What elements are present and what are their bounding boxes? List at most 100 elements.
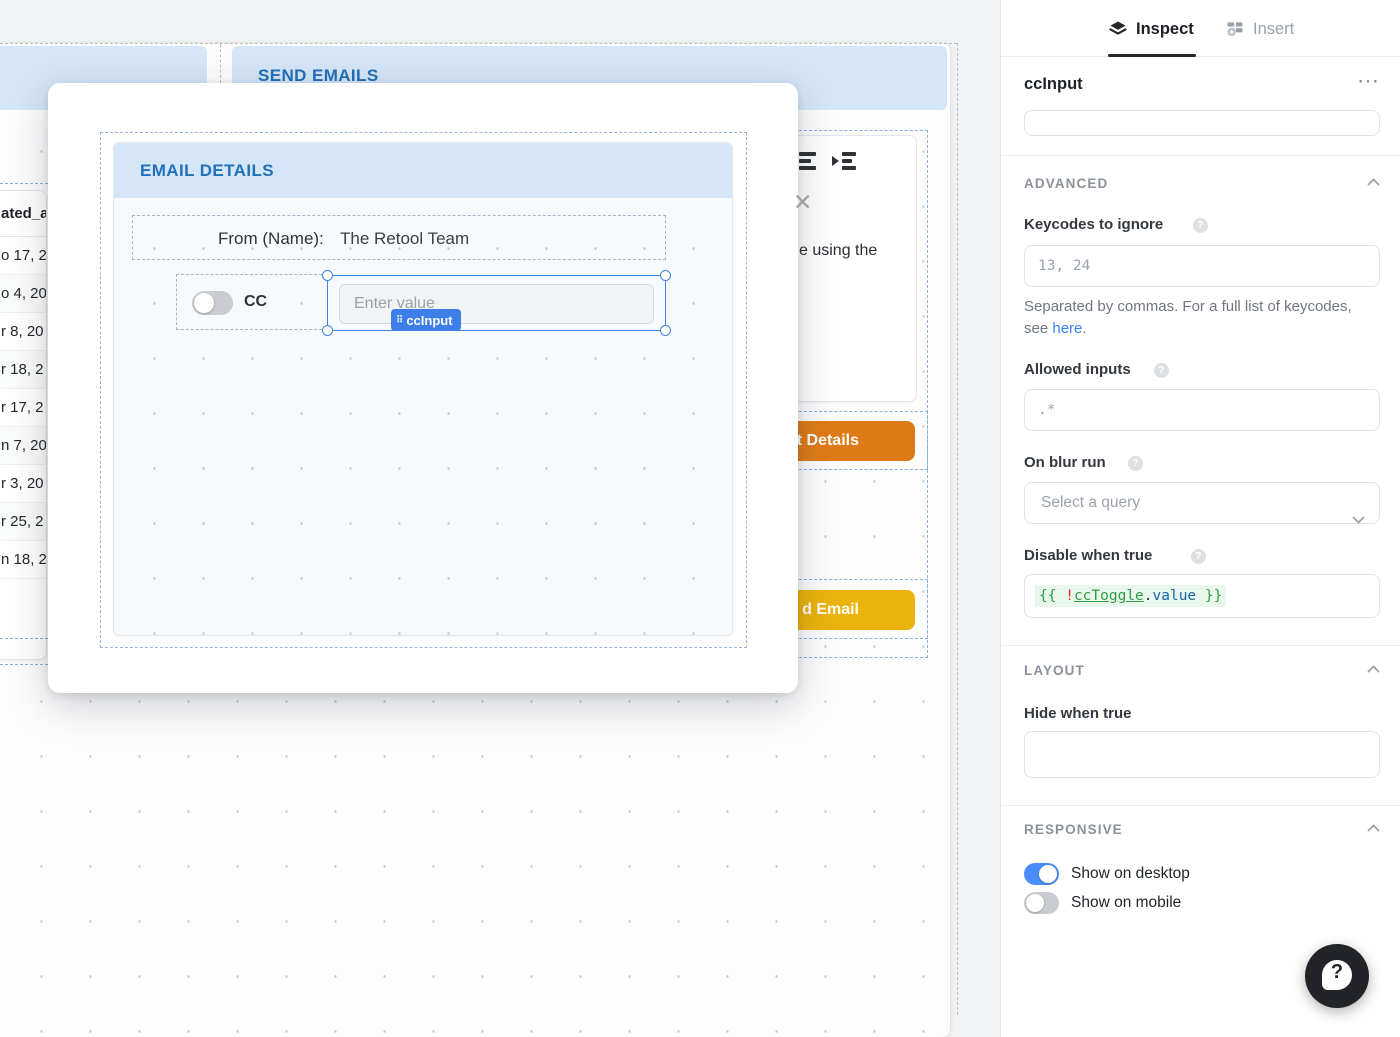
app-canvas: SEND EMAILS ated_a o 17, 2 o 4, 20 r 8, …: [0, 0, 1000, 1037]
resize-handle-se[interactable]: [660, 325, 671, 336]
active-tab-underline: [1108, 54, 1196, 57]
table-cell: o 4, 20: [1, 275, 47, 313]
helper-text-period: .: [1082, 320, 1086, 337]
table-row[interactable]: o 4, 20: [0, 275, 46, 313]
table-cell: r 3, 20: [1, 465, 44, 503]
resize-handle-sw[interactable]: [322, 325, 333, 336]
close-icon[interactable]: ✕: [793, 191, 812, 214]
on-blur-run-label: On blur run: [1024, 454, 1106, 471]
tab-insert-label: Insert: [1253, 20, 1294, 39]
disable-help-icon[interactable]: ?: [1191, 549, 1206, 564]
question-mark: ?: [1322, 961, 1352, 984]
table-selection-dashed-bottom: [0, 638, 48, 639]
allowed-inputs-help-icon[interactable]: ?: [1154, 363, 1169, 378]
cc-toggle-container: CC: [176, 274, 327, 330]
keycodes-input[interactable]: [1024, 245, 1380, 287]
table-row[interactable]: r 3, 20: [0, 465, 46, 503]
layers-icon: [1108, 19, 1128, 39]
table-row[interactable]: n 18, 2: [0, 541, 46, 579]
table-cell: o 17, 2: [1, 237, 47, 275]
table-row[interactable]: r 18, 2: [0, 351, 46, 389]
container-divider-dashed: [220, 44, 221, 83]
select-placeholder: Select a query: [1041, 494, 1140, 511]
section-divider: [1001, 155, 1400, 156]
tab-insert[interactable]: Insert: [1225, 19, 1294, 39]
ccinput-selection-box[interactable]: [327, 275, 666, 331]
left-container-dashed-bottom: [0, 664, 48, 665]
email-details-modal: ✕ EMAIL DETAILS From (Name): The Retool …: [48, 83, 798, 693]
table-row[interactable]: o 17, 2: [0, 237, 46, 275]
table-cell: r 25, 2: [1, 503, 44, 541]
component-name-heading: ccInput: [1024, 75, 1083, 94]
table-row[interactable]: r 17, 2: [0, 389, 46, 427]
collapse-responsive-icon[interactable]: [1367, 824, 1380, 832]
keycodes-docs-link[interactable]: here: [1052, 320, 1082, 337]
show-on-desktop-row: Show on desktop: [1024, 863, 1190, 885]
section-divider: [1001, 805, 1400, 806]
tab-inspect[interactable]: Inspect: [1108, 19, 1194, 39]
data-table[interactable]: ated_a o 17, 2 o 4, 20 r 8, 20 r 18, 2 r…: [0, 190, 47, 660]
page-dashed-border-top: [0, 43, 957, 44]
show-on-desktop-toggle[interactable]: [1024, 863, 1059, 885]
richtext-content-fragment: e using the: [799, 242, 877, 260]
email-details-panel: EMAIL DETAILS From (Name): The Retool Te…: [113, 142, 733, 636]
disable-when-true-label: Disable when true: [1024, 547, 1152, 564]
keycodes-label: Keycodes to ignore: [1024, 216, 1163, 233]
resize-handle-nw[interactable]: [322, 270, 333, 281]
table-cell: r 17, 2: [1, 389, 44, 427]
table-cell: n 7, 20: [1, 427, 47, 465]
on-blur-query-select[interactable]: Select a query: [1024, 482, 1380, 524]
disable-when-true-code-input[interactable]: {{ !ccToggle.value }}: [1024, 574, 1380, 618]
allowed-inputs-input[interactable]: [1024, 389, 1380, 431]
collapse-advanced-icon[interactable]: [1367, 178, 1380, 186]
email-details-title: EMAIL DETAILS: [140, 161, 274, 181]
ccinput-component-tag[interactable]: ⠿ ccInput: [391, 309, 461, 331]
table-cell: r 8, 20: [1, 313, 44, 351]
section-responsive: RESPONSIVE: [1024, 822, 1123, 837]
show-on-desktop-label: Show on desktop: [1071, 865, 1190, 883]
help-button[interactable]: ?: [1305, 944, 1369, 1008]
section-advanced: ADVANCED: [1024, 176, 1108, 191]
hide-when-true-label: Hide when true: [1024, 705, 1132, 722]
keycodes-helper-text: Separated by commas. For a full list of …: [1024, 296, 1354, 340]
insert-component-icon: [1225, 19, 1245, 39]
hide-when-true-input[interactable]: [1024, 731, 1380, 778]
cc-toggle[interactable]: [192, 291, 233, 315]
cc-label: CC: [244, 293, 267, 311]
collapse-layout-icon[interactable]: [1367, 665, 1380, 673]
resize-handle-ne[interactable]: [660, 270, 671, 281]
email-details-header-band: EMAIL DETAILS: [114, 143, 732, 198]
section-divider: [1001, 645, 1400, 646]
table-row[interactable]: r 25, 2: [0, 503, 46, 541]
from-name-value[interactable]: The Retool Team: [340, 229, 469, 249]
help-bubble-icon: ?: [1322, 960, 1352, 990]
allowed-inputs-label: Allowed inputs: [1024, 361, 1131, 378]
show-on-mobile-label: Show on mobile: [1071, 894, 1181, 912]
from-name-label: From (Name):: [218, 229, 324, 249]
table-cell: r 18, 2: [1, 351, 44, 389]
inspector-panel: Inspect Insert ccInput ⋯ ADVANCED: [1000, 0, 1400, 1037]
from-name-row[interactable]: From (Name): The Retool Team: [132, 215, 666, 260]
retool-editor: SEND EMAILS ated_a o 17, 2 o 4, 20 r 8, …: [0, 0, 1400, 1037]
scrolled-partial-input[interactable]: [1024, 110, 1380, 136]
show-on-mobile-toggle[interactable]: [1024, 892, 1059, 914]
chevron-down-icon: [1352, 500, 1365, 540]
cc-input-field[interactable]: [339, 284, 654, 324]
table-header-created-at: ated_a: [1, 191, 47, 237]
table-selection-dashed-top: [0, 183, 48, 184]
more-options-icon[interactable]: ⋯: [1357, 68, 1380, 94]
drag-handle-icon[interactable]: ⠿: [396, 315, 402, 326]
page-dashed-border-right: [957, 43, 958, 1015]
table-header-row: ated_a: [0, 191, 46, 237]
on-blur-help-icon[interactable]: ?: [1128, 456, 1143, 471]
table-row[interactable]: r 8, 20: [0, 313, 46, 351]
indent-icon[interactable]: [832, 150, 856, 172]
inspector-tabbar: Inspect Insert: [1001, 0, 1400, 57]
table-row[interactable]: n 7, 20: [0, 427, 46, 465]
section-layout: LAYOUT: [1024, 663, 1085, 678]
keycodes-help-icon[interactable]: ?: [1193, 218, 1208, 233]
code-expression: {{ !ccToggle.value }}: [1035, 585, 1226, 607]
component-tag-label: ccInput: [406, 313, 452, 328]
tab-inspect-label: Inspect: [1136, 20, 1194, 39]
table-cell: n 18, 2: [1, 541, 47, 579]
